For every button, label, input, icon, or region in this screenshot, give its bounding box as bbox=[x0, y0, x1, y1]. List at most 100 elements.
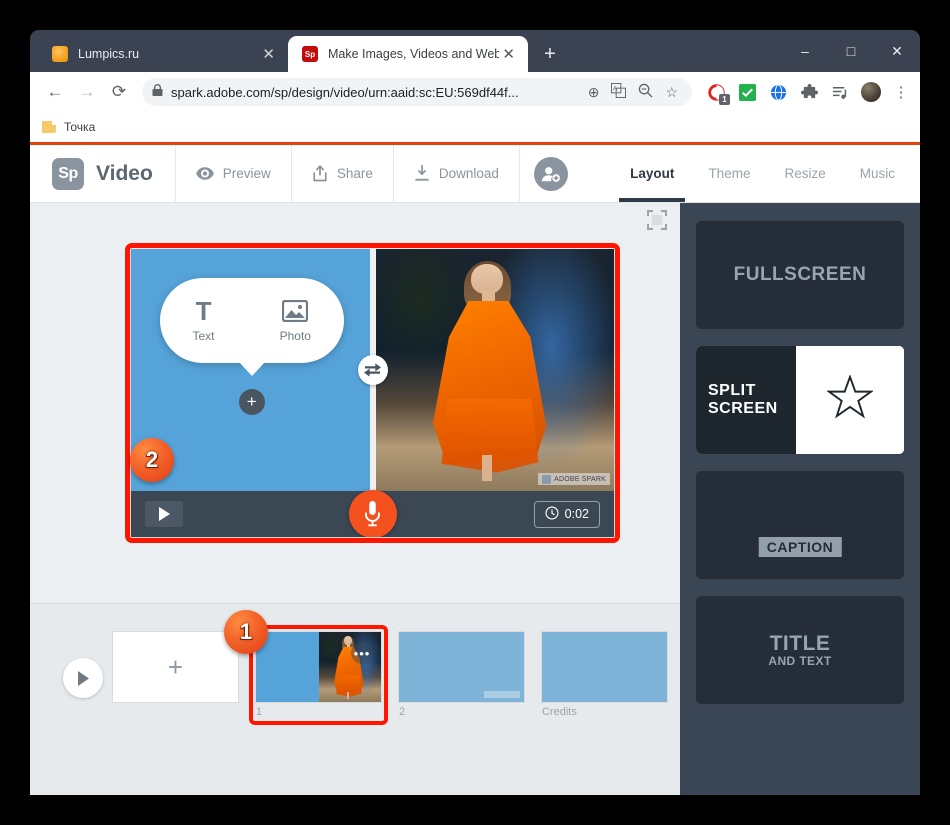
url-text: spark.adobe.com/sp/design/video/urn:aaid… bbox=[171, 84, 519, 100]
add-slide-thumb[interactable]: + bbox=[113, 632, 238, 702]
record-voice-button[interactable] bbox=[348, 490, 397, 537]
slide-photo bbox=[318, 632, 381, 702]
stage-timer: 0:02 bbox=[533, 500, 600, 528]
slide-thumb[interactable]: ••• bbox=[256, 632, 381, 702]
share-button[interactable]: Share bbox=[290, 145, 393, 202]
maximize-button[interactable]: □ bbox=[828, 30, 874, 72]
music-list-icon[interactable] bbox=[830, 82, 850, 102]
play-button[interactable] bbox=[145, 501, 183, 527]
stage-photo: ADOBE SPARK bbox=[372, 249, 614, 491]
more-options-icon[interactable]: ••• bbox=[351, 642, 373, 664]
extension-icons: 1 ⋮ bbox=[700, 82, 910, 105]
svg-text:A: A bbox=[613, 86, 618, 93]
adobe-spark-app: Sp Video Preview Share Download Layout T… bbox=[30, 145, 920, 795]
stage-right-panel[interactable]: ADOBE SPARK bbox=[372, 249, 614, 491]
video-stage: T Text Photo + ADOBE SPARK 0:02 bbox=[125, 243, 620, 543]
layout-option-split-screen[interactable]: SPLIT SCREEN bbox=[696, 346, 904, 454]
tab-strip: Lumpics.ru ✕ Sp Make Images, Videos and … bbox=[30, 30, 920, 72]
browser-tab-adobe-spark[interactable]: Sp Make Images, Videos and Web S ✕ bbox=[288, 36, 528, 72]
browser-toolbar: ← → ⟳ spark.adobe.com/sp/design/video/ur… bbox=[30, 72, 920, 112]
address-bar[interactable]: spark.adobe.com/sp/design/video/urn:aaid… bbox=[142, 78, 692, 106]
timeline-add-slide[interactable]: + bbox=[113, 632, 238, 724]
slide-thumb[interactable] bbox=[399, 632, 524, 702]
share-label: Share bbox=[336, 166, 373, 181]
add-text-label: Text bbox=[192, 329, 215, 344]
folder-icon bbox=[42, 121, 56, 133]
screenshot-root: Lumpics.ru ✕ Sp Make Images, Videos and … bbox=[0, 0, 950, 825]
add-photo-option[interactable]: Photo bbox=[280, 297, 311, 343]
tab-resize[interactable]: Resize bbox=[767, 145, 842, 202]
slide-left-half bbox=[256, 632, 319, 702]
timeline-slide-credits[interactable]: Credits bbox=[542, 632, 667, 724]
split-line-2: SCREEN bbox=[708, 400, 778, 417]
kebab-menu-icon[interactable]: ⋮ bbox=[892, 83, 910, 101]
app-logo[interactable]: Sp Video bbox=[30, 145, 175, 202]
timeline-slide-2[interactable]: 2 bbox=[399, 632, 524, 724]
bookmarks-bar: Точка bbox=[30, 112, 920, 142]
checkmark-icon[interactable] bbox=[737, 82, 757, 102]
add-content-button[interactable]: + bbox=[238, 389, 265, 416]
swap-arrows-icon[interactable] bbox=[357, 355, 388, 385]
stage-controls: 0:02 bbox=[131, 490, 614, 537]
editor-column: T Text Photo + ADOBE SPARK 0:02 2 + ••• … bbox=[30, 203, 680, 795]
profile-avatar[interactable] bbox=[861, 82, 881, 102]
window-controls: – □ ✕ bbox=[782, 30, 920, 72]
orange-circle-icon bbox=[52, 46, 68, 62]
annotation-marker-1: 1 bbox=[224, 610, 268, 654]
tab-music[interactable]: Music bbox=[843, 145, 912, 202]
invite-collaborator-button[interactable] bbox=[518, 145, 582, 202]
layout-option-fullscreen[interactable]: FULLSCREEN bbox=[696, 221, 904, 329]
layout-option-caption[interactable]: CAPTION bbox=[696, 471, 904, 579]
bookmark-tochka[interactable]: Точка bbox=[42, 120, 95, 134]
annotation-marker-2: 2 bbox=[130, 438, 174, 482]
figure-legs bbox=[482, 455, 492, 482]
download-label: Download bbox=[438, 166, 499, 181]
app-right-tabs: Layout Theme Resize Music bbox=[613, 145, 920, 202]
bookmark-star-icon[interactable]: ☆ bbox=[665, 84, 678, 101]
slide-thumb[interactable] bbox=[542, 632, 667, 702]
timer-value: 0:02 bbox=[564, 507, 589, 521]
tab-theme[interactable]: Theme bbox=[691, 145, 767, 202]
figure-legs bbox=[346, 691, 350, 700]
close-icon[interactable]: ✕ bbox=[259, 47, 278, 62]
browser-tab-lumpics[interactable]: Lumpics.ru ✕ bbox=[38, 36, 288, 72]
add-icon[interactable]: ⊕ bbox=[588, 84, 600, 101]
timeline-play-button[interactable] bbox=[63, 658, 103, 698]
layout-option-title-and-text[interactable]: TITLE AND TEXT bbox=[696, 596, 904, 704]
app-title: Video bbox=[96, 161, 153, 185]
globe-icon[interactable] bbox=[768, 82, 788, 102]
slide-timeline: + ••• 1 2 Credits 1 bbox=[30, 603, 680, 795]
star-icon bbox=[825, 374, 874, 425]
reload-icon[interactable]: ⟳ bbox=[104, 77, 134, 107]
new-tab-button[interactable]: + bbox=[536, 40, 564, 68]
back-icon[interactable]: ← bbox=[40, 77, 70, 107]
translate-icon[interactable]: A bbox=[611, 83, 627, 101]
split-screen-preview bbox=[795, 346, 904, 454]
add-text-option[interactable]: T Text bbox=[193, 297, 215, 343]
preview-label: Preview bbox=[222, 166, 271, 181]
title-line-1: TITLE bbox=[769, 631, 831, 655]
layout-panel: FULLSCREEN SPLIT SCREEN CAPTION TITLE AN… bbox=[680, 203, 920, 795]
puzzle-icon[interactable] bbox=[799, 82, 819, 102]
close-window-button[interactable]: ✕ bbox=[874, 30, 920, 72]
photo-icon bbox=[280, 297, 311, 325]
timeline-slide-1[interactable]: ••• 1 bbox=[249, 625, 388, 725]
add-person-icon bbox=[533, 156, 568, 191]
preview-button[interactable]: Preview bbox=[174, 145, 291, 202]
minimize-button[interactable]: – bbox=[782, 30, 828, 72]
title-line-2: AND TEXT bbox=[768, 653, 832, 668]
zoom-out-icon[interactable] bbox=[638, 83, 653, 101]
spark-logo-icon: Sp bbox=[52, 157, 84, 190]
download-button[interactable]: Download bbox=[392, 145, 519, 202]
opera-vpn-icon[interactable]: 1 bbox=[706, 82, 730, 105]
extension-badge-count: 1 bbox=[719, 94, 730, 105]
caption-label: CAPTION bbox=[758, 537, 842, 557]
fullscreen-crop-icon[interactable] bbox=[646, 209, 668, 231]
download-icon bbox=[414, 165, 430, 182]
tab-layout[interactable]: Layout bbox=[613, 145, 691, 202]
adobe-spark-watermark: ADOBE SPARK bbox=[538, 473, 610, 485]
canvas-area: T Text Photo + ADOBE SPARK 0:02 2 bbox=[30, 203, 680, 603]
forward-icon[interactable]: → bbox=[72, 77, 102, 107]
close-icon[interactable]: ✕ bbox=[499, 47, 518, 62]
browser-window: Lumpics.ru ✕ Sp Make Images, Videos and … bbox=[30, 30, 920, 795]
